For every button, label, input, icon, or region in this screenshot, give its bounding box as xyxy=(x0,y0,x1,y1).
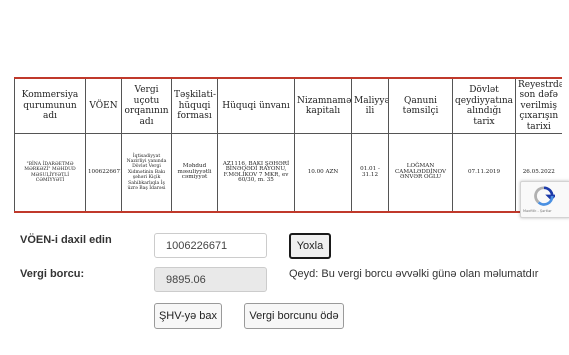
cell-voen: 1006226671 xyxy=(85,133,122,213)
voen-label: VÖEN-i daxil edin xyxy=(20,234,112,246)
cell-legal-representative: LOĞMAN CAMALƏDDİNOV ƏNVƏR OĞLU xyxy=(388,133,453,213)
col-header-fiscal-year: Maliyyə ili xyxy=(351,77,389,134)
table-row: "BİNA İDARƏETMƏ MƏRKƏZİ" MƏHDUD MƏSULİYY… xyxy=(14,133,562,213)
cell-legal-address: AZ1116, BAKI ŞƏHƏRİ BİNƏQƏDİ RAYONU, F.M… xyxy=(217,133,295,213)
recaptcha-badge[interactable]: Məxfilik - Şərtlər xyxy=(520,181,569,218)
tax-debt-note: Qeyd: Bu vergi borcu əvvəlki günə olan m… xyxy=(289,268,539,280)
voen-input[interactable] xyxy=(154,233,267,258)
cell-tax-authority: İqtisadiyyat Nazirliyi yanında Dövlət Ve… xyxy=(121,133,172,213)
cell-company-name: "BİNA İDARƏETMƏ MƏRKƏZİ" MƏHDUD MƏSULİYY… xyxy=(14,133,86,213)
table-header-row: Kommersiya qurumunun adı VÖEN Vergi uçot… xyxy=(14,77,562,134)
tax-debt-field xyxy=(154,267,267,292)
taxpayer-registry-table: Kommersiya qurumunun adı VÖEN Vergi uçot… xyxy=(14,77,562,213)
col-header-tax-authority: Vergi uçotu orqanının adı xyxy=(121,77,172,134)
recaptcha-icon xyxy=(534,186,555,206)
recaptcha-terms: Məxfilik - Şərtlər xyxy=(523,209,552,213)
cell-registration-date: 07.11.2019 xyxy=(452,133,516,213)
view-shv-button[interactable]: ŞHV-yə bax xyxy=(154,303,222,329)
col-header-company-name: Kommersiya qurumunun adı xyxy=(14,77,86,134)
col-header-voen: VÖEN xyxy=(85,77,122,134)
col-header-legal-address: Hüquqi ünvanı xyxy=(217,77,295,134)
col-header-registration-date: Dövlət qeydiyyatına alındığı tarix xyxy=(452,77,516,134)
col-header-charter-capital: Nizamnamə kapitalı xyxy=(294,77,352,134)
col-header-legal-representative: Qanuni təmsilçi xyxy=(388,77,453,134)
tax-debt-label: Vergi borcu: xyxy=(20,268,85,280)
cell-fiscal-year: 01.01 - 31.12 xyxy=(351,133,389,213)
cell-legal-form: Məhdud məsuliyyətli cəmiyyət xyxy=(171,133,218,213)
cell-charter-capital: 10.00 AZN xyxy=(294,133,352,213)
col-header-extract-date: Reyestrdən son dəfə verilmiş çıxarışın t… xyxy=(515,77,562,134)
col-header-legal-form: Təşkilati-hüquqi forması xyxy=(171,77,218,134)
pay-tax-debt-button[interactable]: Vergi borcunu ödə xyxy=(244,303,344,329)
check-button[interactable]: Yoxla xyxy=(289,233,331,259)
